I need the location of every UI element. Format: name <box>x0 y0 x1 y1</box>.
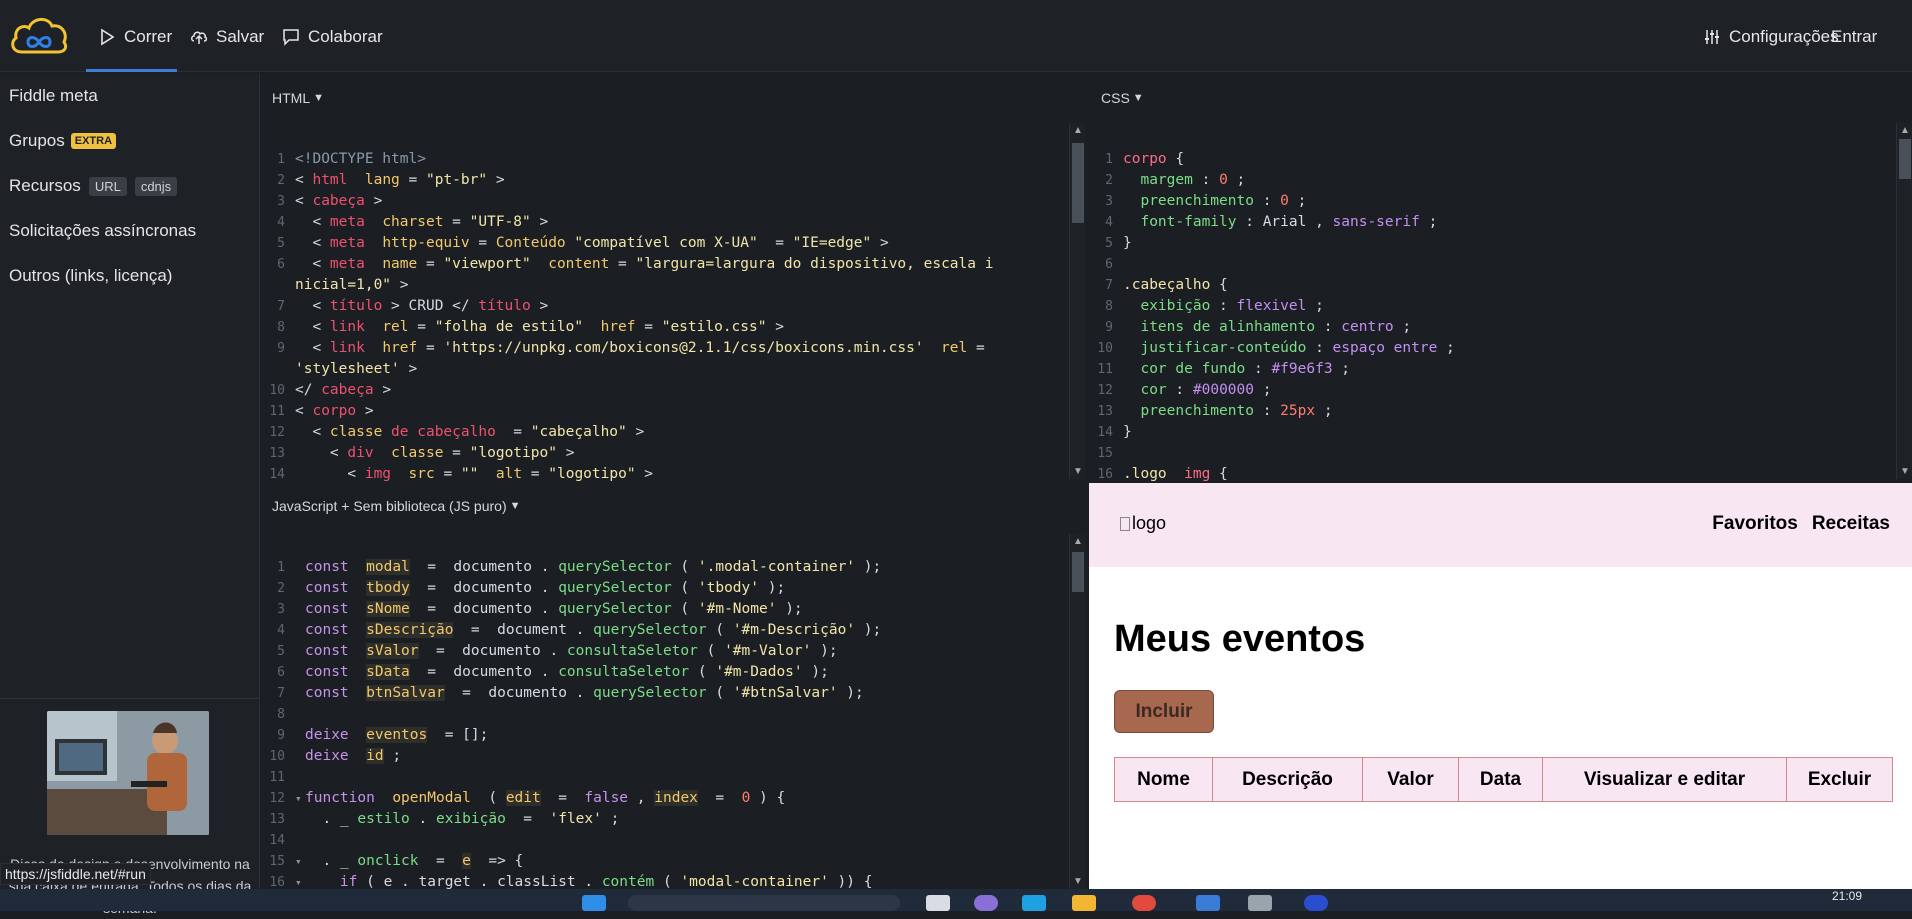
folder-icon[interactable] <box>1072 895 1096 911</box>
play-icon <box>101 28 115 46</box>
extra-badge: EXTRA <box>70 133 117 149</box>
css-code-editor[interactable]: 1 corpo { 2 margem : 0 ; 3 preenchimento … <box>1089 128 1454 506</box>
nav-favorites[interactable]: Favoritos <box>1712 513 1798 535</box>
app-icon[interactable] <box>974 895 998 911</box>
include-button[interactable]: Incluir <box>1114 690 1214 733</box>
edge-icon[interactable] <box>1022 895 1046 911</box>
caret-down-icon: ▼ <box>313 92 325 104</box>
preview-logo: logo <box>1120 513 1166 534</box>
js-editor-scrollbar[interactable]: ▲ ▼ <box>1069 534 1085 889</box>
css-editor-scrollbar[interactable]: ▲ ▼ <box>1896 123 1912 479</box>
caret-down-icon: ▼ <box>1132 92 1144 104</box>
run-label: Correr <box>124 27 173 46</box>
sidebar-item-async-requests[interactable]: Solicitações assíncronas <box>9 221 196 241</box>
app-icon[interactable] <box>1196 895 1220 911</box>
collaborate-button[interactable]: Colaborar <box>282 24 383 50</box>
sidebar: Fiddle meta Grupos EXTRA Recursos URL cd… <box>0 73 260 916</box>
broken-image-icon <box>1120 516 1130 531</box>
login-button[interactable]: Entrar <box>1831 24 1877 50</box>
jsfiddle-logo-icon[interactable] <box>8 14 70 58</box>
os-taskbar: 21:09 <box>0 889 1912 911</box>
sidebar-item-label: Recursos <box>9 176 81 195</box>
taskbar-search-box[interactable] <box>628 895 900 911</box>
app-icon[interactable] <box>1304 895 1328 911</box>
chat-icon <box>283 29 299 46</box>
column-header: Nome <box>1114 757 1213 802</box>
cloud-upload-icon <box>191 31 208 44</box>
app-icon[interactable] <box>926 895 950 911</box>
sidebar-item-fiddle-meta[interactable]: Fiddle meta <box>9 86 98 106</box>
js-panel-label[interactable]: JavaScript + Sem biblioteca (JS puro) ▼ <box>272 498 521 514</box>
active-tab-indicator <box>86 69 177 72</box>
settings-button[interactable]: Configurações <box>1703 24 1839 50</box>
sidebar-item-label: Grupos <box>9 131 65 150</box>
save-label: Salvar <box>216 27 265 46</box>
url-tag[interactable]: URL <box>88 176 127 196</box>
clock[interactable]: 21:09 <box>1832 889 1862 903</box>
js-editor-panel: JavaScript + Sem biblioteca (JS puro) ▼ … <box>261 482 1088 911</box>
html-editor-scrollbar[interactable]: ▲ ▼ <box>1069 123 1085 479</box>
sidebar-item-label: Outros (links, licença) <box>9 266 173 285</box>
html-editor-panel: HTML ▼ 1 <!DOCTYPE html> 2 < html lang = "… <box>261 73 1088 503</box>
css-editor-panel: CSS ▼ 1 corpo { 2 margem : 0 ; 3 preenchi… <box>1089 73 1912 503</box>
table-header-row: Nome Descrição Valor Data Visualizar e e… <box>1114 757 1893 802</box>
start-icon[interactable] <box>582 895 606 911</box>
ad-image[interactable] <box>47 711 209 835</box>
column-header: Excluir <box>1786 757 1893 802</box>
css-panel-label[interactable]: CSS ▼ <box>1101 90 1144 106</box>
divider <box>0 698 260 699</box>
panel-label-text: JavaScript + Sem biblioteca (JS puro) <box>272 498 507 514</box>
logo-alt-text: logo <box>1132 513 1167 533</box>
status-bar-url: https://jsfiddle.net/#run <box>0 863 151 885</box>
page-title: Meus eventos <box>1114 618 1366 660</box>
sidebar-item-label: Solicitações assíncronas <box>9 221 197 240</box>
js-code-editor[interactable]: 1 const modal = documento . querySelector… <box>261 536 881 914</box>
sidebar-item-label: Fiddle meta <box>9 86 98 105</box>
result-preview: logo Favoritos Receitas Meus eventos Inc… <box>1089 483 1912 889</box>
preview-nav: Favoritos Receitas <box>1712 513 1890 535</box>
cdnjs-tag[interactable]: cdnjs <box>134 176 178 196</box>
run-button[interactable]: Correr <box>98 24 172 50</box>
settings-icon[interactable] <box>1248 895 1272 911</box>
sidebar-item-resources[interactable]: Recursos URL cdnjs <box>9 176 178 196</box>
sidebar-item-groups[interactable]: Grupos EXTRA <box>9 131 117 151</box>
column-header: Valor <box>1362 757 1459 802</box>
nav-recipes[interactable]: Receitas <box>1812 513 1890 535</box>
login-label: Entrar <box>1831 27 1878 46</box>
events-table: Nome Descrição Valor Data Visualizar e e… <box>1114 757 1893 802</box>
column-header: Visualizar e editar <box>1542 757 1787 802</box>
panel-label-text: HTML <box>272 90 311 106</box>
column-header: Data <box>1458 757 1543 802</box>
html-panel-label[interactable]: HTML ▼ <box>272 90 324 106</box>
sidebar-item-other[interactable]: Outros (links, licença) <box>9 266 172 286</box>
sliders-icon <box>1705 30 1719 44</box>
settings-label: Configurações <box>1729 27 1839 46</box>
save-button[interactable]: Salvar <box>190 24 264 50</box>
caret-down-icon: ▼ <box>509 500 521 512</box>
collaborate-label: Colaborar <box>308 27 383 46</box>
html-code-editor[interactable]: 1 <!DOCTYPE html> 2 < html lang = "pt-br" … <box>261 128 993 506</box>
column-header: Descrição <box>1212 757 1363 802</box>
preview-header: logo Favoritos Receitas <box>1089 483 1912 567</box>
top-bar: Correr Salvar Colaborar Configurações En… <box>0 0 1912 72</box>
panel-label-text: CSS <box>1101 90 1130 106</box>
chrome-icon[interactable] <box>1132 895 1156 911</box>
